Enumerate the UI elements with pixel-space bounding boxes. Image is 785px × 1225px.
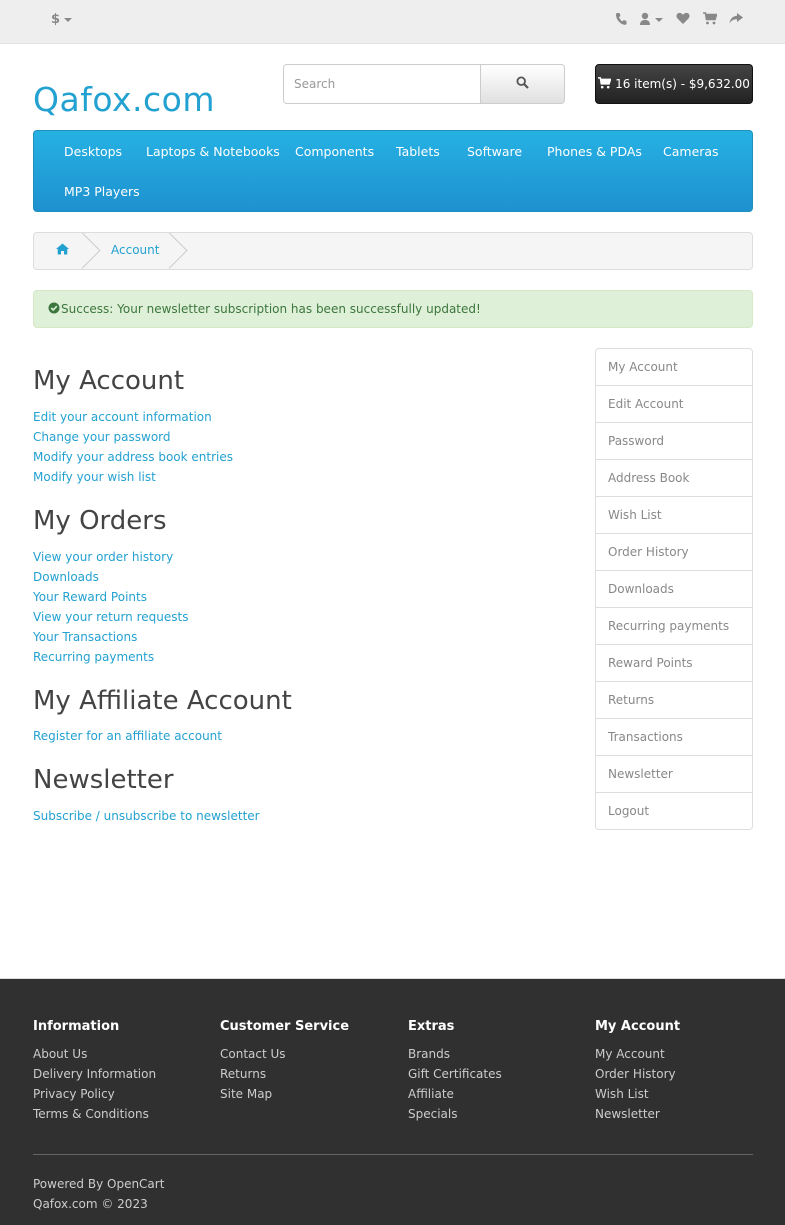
share-icon[interactable] bbox=[729, 12, 743, 25]
sidebar-item-newsletter[interactable]: Newsletter bbox=[596, 756, 752, 793]
footer-link-about-us[interactable]: About Us bbox=[33, 1047, 87, 1061]
breadcrumb-separator bbox=[82, 233, 102, 269]
footer-link-gift-certificates[interactable]: Gift Certificates bbox=[408, 1067, 502, 1081]
footer-link-order-history[interactable]: Order History bbox=[595, 1067, 676, 1081]
footer-divider bbox=[33, 1154, 753, 1155]
currency-dropdown[interactable]: $ bbox=[51, 12, 73, 27]
footer-heading-my-account: My Account bbox=[595, 1019, 681, 1034]
shopping-cart-icon[interactable] bbox=[703, 12, 717, 25]
downloads-link[interactable]: Downloads bbox=[33, 570, 99, 584]
search-icon bbox=[516, 76, 529, 92]
sidebar-item-transactions[interactable]: Transactions bbox=[596, 719, 752, 756]
menu-item-laptops[interactable]: Laptops & Notebooks bbox=[146, 144, 280, 159]
return-requests-link[interactable]: View your return requests bbox=[33, 610, 188, 624]
alert-message: Success: Your newsletter subscription ha… bbox=[61, 302, 481, 316]
footer-heading-extras: Extras bbox=[408, 1019, 455, 1034]
order-history-link[interactable]: View your order history bbox=[33, 550, 173, 564]
menu-item-phones[interactable]: Phones & PDAs bbox=[547, 144, 642, 159]
caret-down-icon bbox=[64, 17, 73, 22]
affiliate-heading: My Affiliate Account bbox=[33, 686, 292, 716]
footer-link-sitemap[interactable]: Site Map bbox=[220, 1087, 272, 1101]
menu-item-tablets[interactable]: Tablets bbox=[396, 144, 440, 159]
powered-by: Powered By OpenCart bbox=[33, 1177, 164, 1191]
sidebar-item-address-book[interactable]: Address Book bbox=[596, 460, 752, 497]
footer-link-affiliate[interactable]: Affiliate bbox=[408, 1087, 454, 1101]
sidebar-item-my-account[interactable]: My Account bbox=[596, 349, 752, 386]
opencart-link[interactable]: OpenCart bbox=[107, 1177, 164, 1191]
main-menu: Desktops Laptops & Notebooks Components … bbox=[33, 130, 753, 212]
powered-by-prefix: Powered By bbox=[33, 1177, 104, 1191]
sidebar-item-returns[interactable]: Returns bbox=[596, 682, 752, 719]
sidebar-item-logout[interactable]: Logout bbox=[596, 793, 752, 830]
home-icon[interactable] bbox=[56, 243, 69, 258]
footer-link-returns[interactable]: Returns bbox=[220, 1067, 266, 1081]
menu-item-components[interactable]: Components bbox=[295, 144, 374, 159]
change-password-link[interactable]: Change your password bbox=[33, 430, 171, 444]
sidebar-item-wish-list[interactable]: Wish List bbox=[596, 497, 752, 534]
breadcrumb: Account bbox=[33, 232, 753, 270]
reward-points-link[interactable]: Your Reward Points bbox=[33, 590, 147, 604]
sidebar-item-order-history[interactable]: Order History bbox=[596, 534, 752, 571]
transactions-link[interactable]: Your Transactions bbox=[33, 630, 137, 644]
wish-list-link[interactable]: Modify your wish list bbox=[33, 470, 156, 484]
footer-heading-customer-service: Customer Service bbox=[220, 1019, 350, 1034]
newsletter-heading: Newsletter bbox=[33, 765, 174, 795]
footer-link-privacy[interactable]: Privacy Policy bbox=[33, 1087, 115, 1101]
footer-link-my-account[interactable]: My Account bbox=[595, 1047, 665, 1061]
edit-account-link[interactable]: Edit your account information bbox=[33, 410, 212, 424]
site-footer: Information About Us Delivery Informatio… bbox=[0, 978, 785, 1225]
sidebar-item-edit-account[interactable]: Edit Account bbox=[596, 386, 752, 423]
my-account-heading: My Account bbox=[33, 366, 185, 396]
register-affiliate-link[interactable]: Register for an affiliate account bbox=[33, 729, 222, 743]
footer-link-newsletter[interactable]: Newsletter bbox=[595, 1107, 660, 1121]
shopping-cart-icon bbox=[598, 76, 615, 92]
site-logo[interactable]: Qafox.com bbox=[33, 80, 215, 119]
footer-link-delivery[interactable]: Delivery Information bbox=[33, 1067, 156, 1081]
sidebar-item-recurring-payments[interactable]: Recurring payments bbox=[596, 608, 752, 645]
footer-link-brands[interactable]: Brands bbox=[408, 1047, 450, 1061]
check-circle-icon bbox=[48, 302, 61, 317]
my-orders-heading: My Orders bbox=[33, 506, 167, 536]
currency-symbol: $ bbox=[51, 12, 61, 27]
sidebar-item-downloads[interactable]: Downloads bbox=[596, 571, 752, 608]
footer-link-specials[interactable]: Specials bbox=[408, 1107, 458, 1121]
newsletter-subscribe-link[interactable]: Subscribe / unsubscribe to newsletter bbox=[33, 809, 260, 823]
copyright-text: Qafox.com © 2023 bbox=[33, 1197, 148, 1211]
phone-icon[interactable] bbox=[615, 12, 627, 26]
cart-button[interactable]: 16 item(s) - $9,632.00 bbox=[595, 64, 753, 104]
account-sidebar: My Account Edit Account Password Address… bbox=[595, 348, 753, 830]
footer-link-wish-list[interactable]: Wish List bbox=[595, 1087, 649, 1101]
search-button[interactable] bbox=[480, 64, 565, 104]
footer-link-contact[interactable]: Contact Us bbox=[220, 1047, 286, 1061]
top-bar: $ bbox=[0, 0, 785, 44]
breadcrumb-separator bbox=[169, 233, 189, 269]
address-book-link[interactable]: Modify your address book entries bbox=[33, 450, 233, 464]
footer-heading-information: Information bbox=[33, 1019, 120, 1034]
menu-item-cameras[interactable]: Cameras bbox=[663, 144, 719, 159]
cart-total: 16 item(s) - $9,632.00 bbox=[615, 77, 750, 91]
menu-item-mp3[interactable]: MP3 Players bbox=[64, 184, 140, 199]
footer-link-terms[interactable]: Terms & Conditions bbox=[33, 1107, 149, 1121]
recurring-payments-link[interactable]: Recurring payments bbox=[33, 650, 154, 664]
success-alert: Success: Your newsletter subscription ha… bbox=[33, 290, 753, 328]
user-icon[interactable] bbox=[640, 12, 664, 26]
search-input[interactable] bbox=[283, 64, 481, 104]
sidebar-item-password[interactable]: Password bbox=[596, 423, 752, 460]
heart-icon[interactable] bbox=[676, 12, 690, 25]
search-bar bbox=[283, 64, 565, 104]
menu-item-software[interactable]: Software bbox=[467, 144, 522, 159]
breadcrumb-account-link[interactable]: Account bbox=[111, 243, 159, 257]
sidebar-item-reward-points[interactable]: Reward Points bbox=[596, 645, 752, 682]
menu-item-desktops[interactable]: Desktops bbox=[64, 144, 122, 159]
